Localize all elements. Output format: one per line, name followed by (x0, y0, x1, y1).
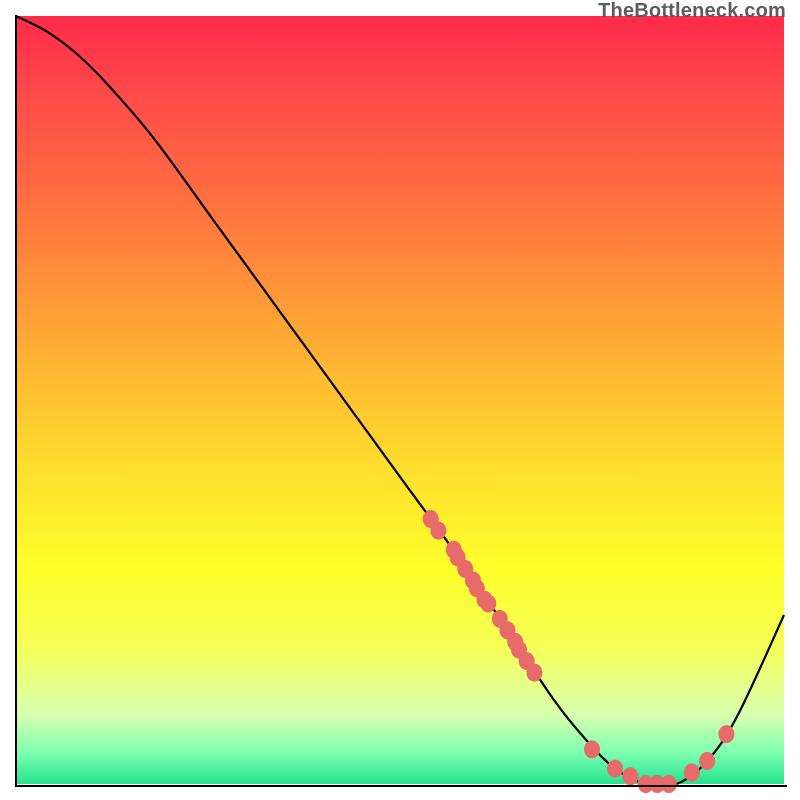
data-point (622, 767, 638, 785)
chart-overlay (16, 16, 784, 784)
bottleneck-curve (16, 16, 784, 786)
data-point (661, 775, 677, 793)
data-point (699, 752, 715, 770)
data-point (607, 760, 623, 778)
data-point (584, 740, 600, 758)
watermark-text: TheBottleneck.com (598, 0, 786, 23)
data-point (684, 764, 700, 782)
data-point (480, 595, 496, 613)
data-point (430, 522, 446, 540)
data-point (718, 725, 734, 743)
data-point (526, 664, 542, 682)
scatter-points (423, 510, 735, 793)
